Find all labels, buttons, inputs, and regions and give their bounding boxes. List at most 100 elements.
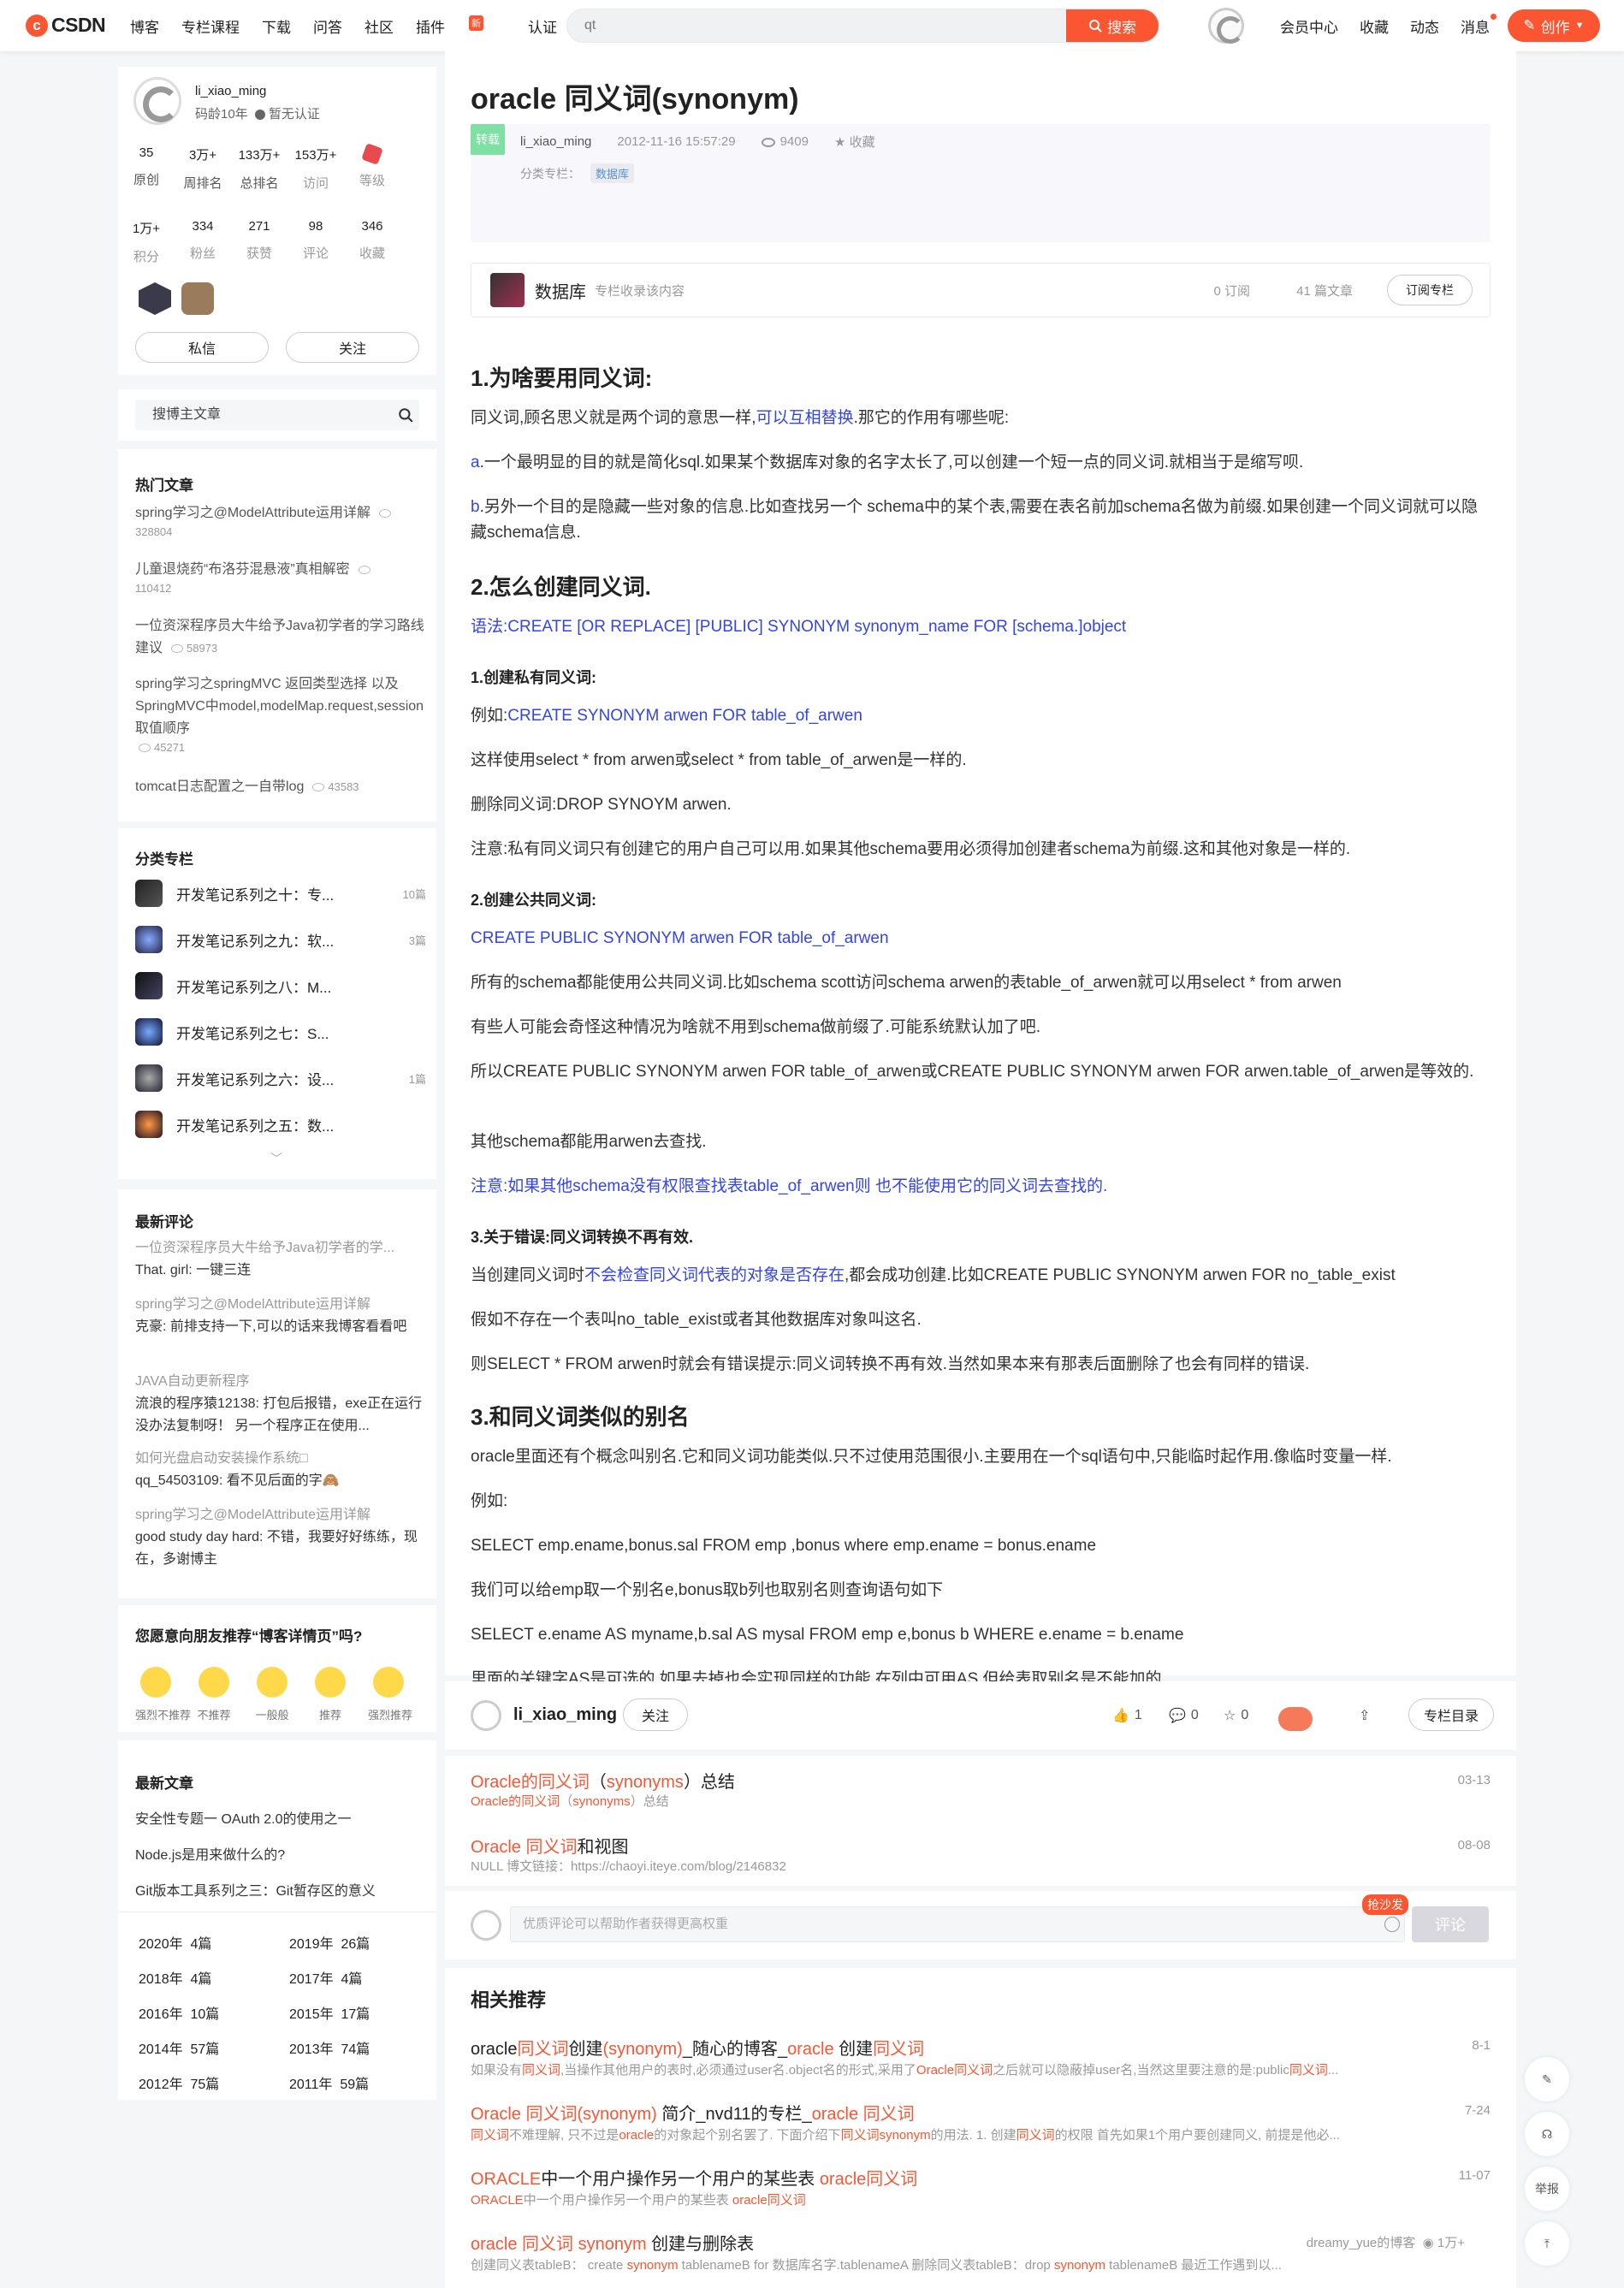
rating-neutral[interactable]: 一般般 (252, 1667, 293, 1723)
column-item[interactable]: 开发笔记系列之五：数... (135, 1107, 426, 1141)
archive-item[interactable]: 2013年 74篇 (289, 2037, 430, 2058)
nav-plugin[interactable]: 插件新 (416, 15, 506, 37)
column-name[interactable]: 数据库 (535, 278, 586, 303)
archive-item[interactable]: 2017年 4篇 (289, 1967, 430, 1988)
archive-item[interactable]: 2020年 4篇 (139, 1932, 289, 1953)
article-author[interactable]: li_xiao_ming (520, 134, 591, 149)
comment-item[interactable]: spring学习之@ModelAttribute运用详解 克豪: 前排支持一下,可… (135, 1294, 426, 1338)
toolbar-follow-button[interactable]: 关注 (623, 1698, 688, 1731)
related-item[interactable]: Oracle 同义词(synonym) 简介_nvd11的专栏_oracle 同… (445, 2091, 1516, 2156)
comment-item[interactable]: 一位资深程序员大牛给予Java初学者的学... That. girl: 一键三连 (135, 1237, 426, 1282)
persistence-badge-icon[interactable] (181, 282, 214, 315)
column-item[interactable]: 开发笔记系列之十：专... 10篇 (135, 876, 426, 910)
rating-not[interactable]: 不推荐 (193, 1667, 234, 1723)
stat-points[interactable]: 1万+ 积分 (118, 219, 175, 265)
emoji-icon[interactable] (1384, 1917, 1400, 1932)
star-button[interactable]: ☆ 0 (1224, 1707, 1248, 1724)
post-comment-button[interactable]: 评论 (1412, 1906, 1489, 1942)
related-text-segment: 创建 (833, 2040, 874, 2059)
subscribe-column-button[interactable]: 订阅专栏 (1387, 275, 1473, 305)
recommend-item[interactable]: Oracle的同义词（synonyms）总结 Oracle的同义词（synony… (445, 1756, 1516, 1821)
rating-recommend[interactable]: 推荐 (310, 1667, 351, 1723)
rating-strongly[interactable]: 强烈推荐 (368, 1667, 412, 1723)
author-name[interactable]: li_xiao_ming (195, 84, 266, 98)
comment-item[interactable]: spring学习之@ModelAttribute运用详解 good study d… (135, 1504, 426, 1571)
archive-item[interactable]: 2014年 57篇 (139, 2037, 289, 2058)
author-avatar[interactable] (133, 77, 181, 125)
message-button[interactable]: 私信 (135, 332, 269, 363)
stat-likes[interactable]: 271 获赞 (231, 219, 287, 265)
hot-article-item[interactable]: spring学习之springMVC 返回类型选择 以及 SpringMVC中m… (135, 673, 426, 756)
reward-button[interactable] (1278, 1707, 1313, 1731)
stat-week-rank[interactable]: 3万+ 周排名 (175, 145, 231, 192)
link-messages[interactable]: 消息 (1461, 13, 1497, 37)
stat-visits[interactable]: 153万+ 访问 (287, 145, 344, 192)
column-item[interactable]: 开发笔记系列之八：M... (135, 969, 426, 1003)
column-menu-button[interactable]: 专栏目录 (1408, 1698, 1494, 1731)
favorite-link[interactable]: ★ 收藏 (834, 133, 875, 151)
search-input[interactable] (567, 9, 1046, 42)
comment-item[interactable]: 如何光盘启动安装操作系统□ qq_54503109: 看不见后面的字🙈 (135, 1448, 426, 1492)
blog-search-button[interactable] (392, 400, 419, 430)
create-button[interactable]: ✎ 创作 ▼ (1508, 9, 1600, 42)
back-to-top-icon[interactable]: ⤒ (1525, 2221, 1569, 2266)
author-avatar-small[interactable] (471, 1700, 501, 1731)
hot-article-item[interactable]: 一位资深程序员大牛给予Java初学者的学习路线建议 58973 (135, 615, 426, 660)
comment-input[interactable]: 优质评论可以帮助作者获得更高权重 (510, 1906, 1405, 1942)
user-avatar[interactable] (1208, 8, 1244, 44)
column-item[interactable]: 开发笔记系列之九：软... 3篇 (135, 922, 426, 957)
nav-cert[interactable]: 认证 (528, 15, 557, 37)
stat-comments[interactable]: 98 评论 (287, 219, 344, 265)
customer-service-icon[interactable]: ☊ (1525, 2112, 1569, 2156)
link-activity[interactable]: 动态 (1410, 15, 1439, 37)
expand-chevron-icon[interactable]: ﹀ (270, 1150, 282, 1167)
archive-item[interactable]: 2012年 75篇 (139, 2072, 289, 2093)
paragraph: 例如:CREATE SYNONYM arwen FOR table_of_arw… (471, 707, 862, 725)
latest-article-item[interactable]: 安全性专题一 OAuth 2.0的使用之一 (135, 1807, 352, 1828)
hot-article-item[interactable]: tomcat日志配置之一自带log 43583 (135, 776, 426, 798)
nav-qa[interactable]: 问答 (313, 15, 342, 37)
hot-article-item[interactable]: 儿童退烧药“布洛芬混悬液”真相解密 110412 (135, 559, 426, 596)
column-cover[interactable] (490, 273, 525, 307)
stat-total-rank[interactable]: 133万+ 总排名 (231, 145, 287, 192)
csdn-logo[interactable]: c CSDN (26, 14, 106, 37)
hot-article-item[interactable]: spring学习之@ModelAttribute运用详解 328804 (135, 502, 426, 540)
stat-fans[interactable]: 334 粉丝 (175, 219, 231, 265)
column-item[interactable]: 开发笔记系列之七：S... (135, 1015, 426, 1049)
rating-strongly-not[interactable]: 强烈不推荐 (135, 1667, 191, 1723)
search-button[interactable]: 搜索 (1066, 9, 1159, 42)
link-favorites[interactable]: 收藏 (1360, 15, 1389, 37)
column-item[interactable]: 开发笔记系列之六：设... 1篇 (135, 1061, 426, 1095)
archive-item[interactable]: 2015年 17篇 (289, 2002, 430, 2023)
latest-article-item[interactable]: Git版本工具系列之三：Git暂存区的意义 (135, 1879, 376, 1900)
nav-blog[interactable]: 博客 (130, 15, 159, 37)
comment-item[interactable]: JAVA自动更新程序 流浪的程序猿12138: 打包后报错，exe正在运行没办法复… (135, 1371, 426, 1437)
recommend-item[interactable]: Oracle 同义词和视图 NULL 博文链接：https://chaoyi.i… (445, 1821, 1516, 1886)
link-vip[interactable]: 会员中心 (1280, 15, 1338, 37)
related-item[interactable]: oracle同义词创建(synonym)_随心的博客_oracle 创建同义词如… (445, 2026, 1516, 2091)
archive-item[interactable]: 2019年 26篇 (289, 1932, 430, 1953)
archive-item[interactable]: 2018年 4篇 (139, 1967, 289, 1988)
write-icon[interactable]: ✎ (1525, 2057, 1569, 2101)
related-item[interactable]: ORACLE中一个用户操作另一个用户的某些表 oracle同义词 ORACLE中一… (445, 2156, 1516, 2221)
share-button[interactable]: ⇪ (1359, 1707, 1370, 1724)
archive-item[interactable]: 2011年 59篇 (289, 2072, 430, 2093)
category-tag[interactable]: 数据库 (590, 163, 635, 183)
latest-article-item[interactable]: Node.js是用来做什么的? (135, 1843, 285, 1864)
nav-courses[interactable]: 专栏课程 (181, 15, 240, 37)
blog-search-input[interactable]: 搜博主文章 (135, 400, 392, 430)
follow-button[interactable]: 关注 (286, 332, 419, 363)
stat-level[interactable]: 等级 (344, 143, 400, 192)
like-button[interactable]: 👍 1 (1112, 1707, 1142, 1724)
nav-download[interactable]: 下载 (262, 15, 291, 37)
achievement-badge-icon[interactable] (139, 282, 171, 315)
toolbar-author-name[interactable]: li_xiao_ming (513, 1705, 617, 1725)
related-text-segment: synonym (626, 2258, 679, 2273)
stat-favorites[interactable]: 346 收藏 (344, 219, 400, 265)
nav-community[interactable]: 社区 (365, 15, 394, 37)
comment-count-button[interactable]: 💬 0 (1169, 1707, 1199, 1724)
report-button[interactable]: 举报 (1525, 2166, 1569, 2211)
stat-original[interactable]: 35 原创 (118, 145, 175, 192)
related-item[interactable]: oracle 同义词 synonym 创建与删除表 创建同义表tableB： cr… (445, 2221, 1516, 2288)
archive-item[interactable]: 2016年 10篇 (139, 2002, 289, 2023)
